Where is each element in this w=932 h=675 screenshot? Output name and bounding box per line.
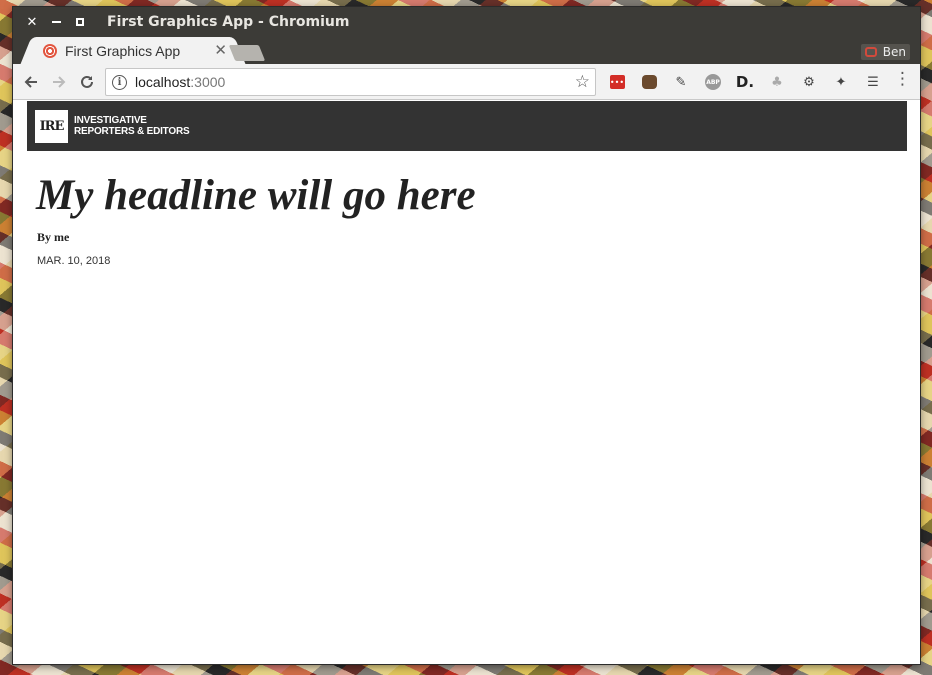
ire-logo-line1: INVESTIGATIVE: [74, 115, 147, 126]
site-favicon-icon: [43, 43, 57, 58]
window-minimize-icon[interactable]: [44, 7, 68, 37]
d-extension-icon[interactable]: D.: [733, 70, 757, 94]
tab-first-graphics-app[interactable]: First Graphics App ✕: [33, 37, 233, 64]
browser-window: ✕ First Graphics App - Chromium First Gr…: [13, 7, 920, 664]
reload-icon[interactable]: [73, 68, 101, 96]
url-port: :3000: [190, 74, 226, 90]
lastpass-icon[interactable]: •••: [605, 70, 629, 94]
extension-bar: ••• ✎ ABP D. ♣ ⚙ ✦ ☰: [605, 70, 885, 94]
tab-close-icon[interactable]: ✕: [214, 41, 227, 59]
adblock-plus-icon[interactable]: ABP: [701, 70, 725, 94]
byline: By me: [37, 230, 70, 244]
tab-strip: First Graphics App ✕ Ben: [13, 37, 920, 64]
site-header: IRE INVESTIGATIVE REPORTERS & EDITORS: [27, 101, 907, 151]
ire-logo-line2: REPORTERS & EDITORS: [74, 126, 190, 137]
window-close-icon[interactable]: ✕: [20, 7, 44, 37]
pin-icon[interactable]: ✎: [669, 70, 693, 94]
address-bar[interactable]: i localhost:3000 ☆: [105, 68, 596, 96]
cat-extension-icon[interactable]: [637, 70, 661, 94]
window-title: First Graphics App - Chromium: [107, 14, 350, 30]
ire-logo-mark[interactable]: IRE: [35, 109, 68, 143]
forward-arrow-icon[interactable]: [45, 68, 73, 96]
url-host: localhost: [135, 74, 191, 90]
new-tab-button[interactable]: [228, 45, 266, 61]
publish-date: MAR. 10, 2018: [37, 255, 111, 267]
page-headline: My headline will go here: [36, 172, 476, 219]
ire-logo-text[interactable]: INVESTIGATIVE REPORTERS & EDITORS: [74, 115, 190, 137]
browser-menu-icon[interactable]: ⋮: [894, 71, 911, 88]
browser-toolbar: i localhost:3000 ☆ ••• ✎ ABP D. ♣ ⚙ ✦ ☰ …: [13, 64, 920, 100]
window-titlebar[interactable]: ✕ First Graphics App - Chromium: [13, 7, 920, 37]
back-arrow-icon[interactable]: [17, 68, 45, 96]
profile-icon: [864, 47, 877, 57]
settings-gear-icon[interactable]: ⚙: [797, 70, 821, 94]
profile-name: Ben: [882, 45, 906, 59]
cloud-icon[interactable]: ♣: [765, 70, 789, 94]
profile-button[interactable]: Ben: [860, 44, 910, 60]
reader-icon[interactable]: ☰: [861, 70, 885, 94]
site-info-icon[interactable]: i: [112, 74, 127, 90]
page-content: IRE INVESTIGATIVE REPORTERS & EDITORS My…: [13, 101, 920, 664]
tab-title: First Graphics App: [65, 42, 181, 59]
window-maximize-icon[interactable]: [68, 7, 92, 37]
bookmark-star-icon[interactable]: ☆: [575, 72, 590, 92]
pushpin-icon[interactable]: ✦: [829, 70, 853, 94]
